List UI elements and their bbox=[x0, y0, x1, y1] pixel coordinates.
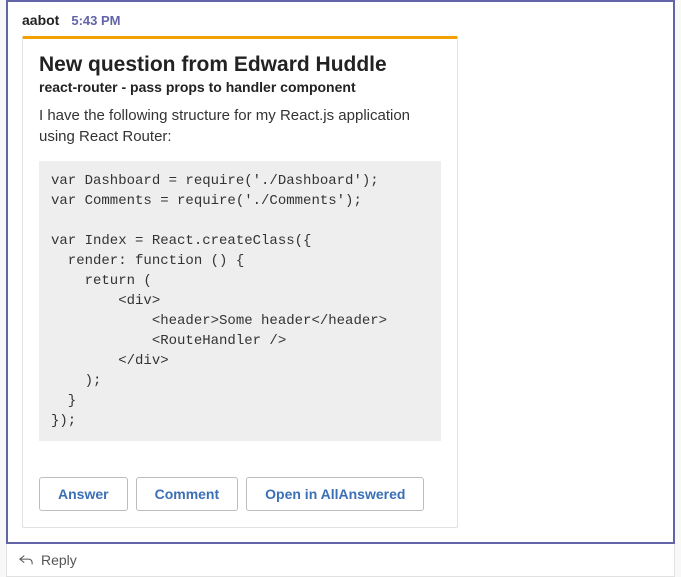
card-subtitle: react-router - pass props to handler com… bbox=[39, 79, 441, 95]
answer-button[interactable]: Answer bbox=[39, 477, 128, 511]
reply-icon bbox=[19, 553, 33, 567]
open-in-allanswered-button[interactable]: Open in AllAnswered bbox=[246, 477, 424, 511]
reply-bar[interactable]: Reply bbox=[6, 544, 675, 577]
question-card: New question from Edward Huddle react-ro… bbox=[22, 36, 458, 528]
code-block: var Dashboard = require('./Dashboard'); … bbox=[39, 161, 441, 441]
reply-label: Reply bbox=[41, 552, 77, 568]
message-header: aabot 5:43 PM bbox=[22, 12, 659, 28]
message-author: aabot bbox=[22, 12, 59, 28]
message-container: aabot 5:43 PM New question from Edward H… bbox=[6, 0, 675, 544]
comment-button[interactable]: Comment bbox=[136, 477, 239, 511]
card-actions: Answer Comment Open in AllAnswered bbox=[39, 477, 441, 511]
card-title: New question from Edward Huddle bbox=[39, 53, 441, 77]
card-body-text: I have the following structure for my Re… bbox=[39, 105, 441, 147]
message-timestamp: 5:43 PM bbox=[71, 13, 120, 28]
